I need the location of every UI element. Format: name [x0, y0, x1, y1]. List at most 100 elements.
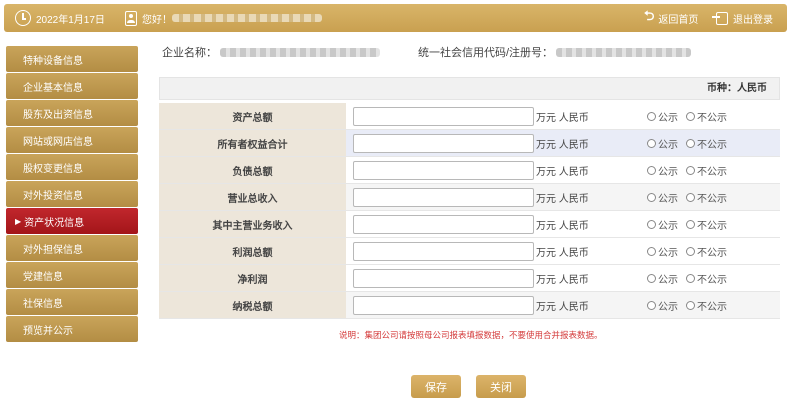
logout-label: 退出登录	[733, 14, 773, 26]
public-radio[interactable]: 公示	[647, 109, 678, 124]
unit-label: 万元 人民币	[536, 301, 589, 313]
public-radio-label: 公示	[658, 301, 678, 313]
sidebar-item-basic-info[interactable]: 企业基本信息	[6, 73, 138, 99]
public-radio[interactable]: 公示	[647, 136, 678, 151]
not-public-radio[interactable]: 不公示	[686, 163, 727, 178]
total-profit-input[interactable]	[353, 241, 534, 261]
not-public-radio-label: 不公示	[697, 193, 727, 205]
user-area: 您好！	[125, 4, 322, 32]
public-radio-label: 公示	[658, 193, 678, 205]
sidebar-item-shareholders[interactable]: 股东及出资信息	[6, 100, 138, 126]
total-tax-input[interactable]	[353, 295, 534, 315]
total-liabilities-input[interactable]	[353, 160, 534, 180]
publicity-radio-group: 公示 不公示	[647, 217, 735, 232]
not-public-radio-label: 不公示	[697, 166, 727, 178]
sidebar-item-label: 资产状况信息	[24, 217, 85, 229]
unit-label: 万元 人民币	[536, 247, 589, 259]
table-row: 纳税总额 万元 人民币 公示 不公示	[159, 292, 780, 319]
unit-label: 万元 人民币	[536, 166, 589, 178]
radio-circle-icon	[686, 219, 695, 229]
publicity-radio-group: 公示 不公示	[647, 190, 735, 205]
logout-icon	[712, 11, 728, 25]
table-row: 利润总额 万元 人民币 公示 不公示	[159, 238, 780, 265]
user-id-icon	[125, 10, 137, 26]
not-public-radio[interactable]: 不公示	[686, 190, 727, 205]
row-cell: 万元 人民币 公示 不公示	[346, 103, 780, 129]
not-public-radio-label: 不公示	[697, 139, 727, 151]
sidebar-item-label: 党建信息	[23, 271, 63, 283]
public-radio[interactable]: 公示	[647, 244, 678, 259]
sidebar-item-label: 股东及出资信息	[23, 109, 93, 121]
radio-circle-icon	[647, 165, 656, 175]
row-cell: 万元 人民币 公示 不公示	[346, 130, 780, 156]
public-radio-label: 公示	[658, 247, 678, 259]
table-row: 其中主营业务收入 万元 人民币 公示 不公示	[159, 211, 780, 238]
not-public-radio[interactable]: 不公示	[686, 271, 727, 286]
company-name-field: 企业名称：	[162, 44, 380, 60]
sidebar-item-investment[interactable]: 对外投资信息	[6, 181, 138, 207]
sidebar-item-label: 预览并公示	[23, 325, 73, 337]
radio-circle-icon	[647, 273, 656, 283]
table-row: 所有者权益合计 万元 人民币 公示 不公示	[159, 130, 780, 157]
clock-icon	[15, 10, 31, 26]
credit-code-field: 统一社会信用代码/注册号：	[418, 44, 692, 60]
row-label: 其中主营业务收入	[159, 211, 346, 237]
public-radio[interactable]: 公示	[647, 298, 678, 313]
public-radio[interactable]: 公示	[647, 271, 678, 286]
public-radio-label: 公示	[658, 112, 678, 124]
public-radio-label: 公示	[658, 274, 678, 286]
row-label: 营业总收入	[159, 184, 346, 210]
back-arrow-icon: ⮌	[644, 8, 655, 23]
total-revenue-input[interactable]	[353, 187, 534, 207]
sidebar-item-label: 股权变更信息	[23, 163, 83, 175]
sidebar-item-website[interactable]: 网站或网店信息	[6, 127, 138, 153]
row-cell: 万元 人民币 公示 不公示	[346, 184, 780, 210]
net-profit-input[interactable]	[353, 268, 534, 288]
sidebar-item-label: 社保信息	[23, 298, 63, 310]
sidebar-item-party[interactable]: 党建信息	[6, 262, 138, 288]
instruction-note: 说明：集团公司请按照母公司报表填报数据，不要使用合并报表数据。	[339, 330, 603, 340]
sidebar-item-social-security[interactable]: 社保信息	[6, 289, 138, 315]
blurred-company-name	[220, 47, 380, 57]
save-button[interactable]: 保存	[411, 375, 461, 398]
radio-circle-icon	[647, 246, 656, 256]
not-public-radio[interactable]: 不公示	[686, 136, 727, 151]
row-cell: 万元 人民币 公示 不公示	[346, 265, 780, 291]
sidebar-item-label: 对外担保信息	[23, 244, 83, 256]
not-public-radio-label: 不公示	[697, 274, 727, 286]
currency-bar: 币种：人民币	[159, 77, 780, 100]
logout-link[interactable]: 退出登录	[712, 4, 773, 32]
unit-label: 万元 人民币	[536, 274, 589, 286]
radio-circle-icon	[686, 273, 695, 283]
table-row: 营业总收入 万元 人民币 公示 不公示	[159, 184, 780, 211]
sidebar-item-assets[interactable]: ▶ 资产状况信息	[6, 208, 138, 234]
back-home-link[interactable]: ⮌ 返回首页	[644, 4, 698, 32]
sidebar-item-special-equipment[interactable]: 特种设备信息	[6, 46, 138, 72]
not-public-radio[interactable]: 不公示	[686, 244, 727, 259]
public-radio-label: 公示	[658, 139, 678, 151]
row-cell: 万元 人民币 公示 不公示	[346, 238, 780, 264]
publicity-radio-group: 公示 不公示	[647, 298, 735, 313]
total-assets-input[interactable]	[353, 106, 534, 126]
public-radio[interactable]: 公示	[647, 163, 678, 178]
public-radio[interactable]: 公示	[647, 217, 678, 232]
sidebar-item-equity-change[interactable]: 股权变更信息	[6, 154, 138, 180]
currency-label: 币种：人民币	[707, 83, 767, 94]
not-public-radio[interactable]: 不公示	[686, 109, 727, 124]
sidebar-item-guarantee[interactable]: 对外担保信息	[6, 235, 138, 261]
publicity-radio-group: 公示 不公示	[647, 136, 735, 151]
publicity-radio-group: 公示 不公示	[647, 244, 735, 259]
owners-equity-input[interactable]	[353, 133, 534, 153]
public-radio[interactable]: 公示	[647, 190, 678, 205]
not-public-radio[interactable]: 不公示	[686, 298, 727, 313]
public-radio-label: 公示	[658, 220, 678, 232]
main-business-revenue-input[interactable]	[353, 214, 534, 234]
close-button[interactable]: 关闭	[476, 375, 526, 398]
sidebar-item-label: 网站或网店信息	[23, 136, 93, 148]
asset-form-table: 资产总额 万元 人民币 公示 不公示 所有者权益合计 万元 人民币 公示 不公示…	[159, 103, 780, 319]
public-radio-label: 公示	[658, 166, 678, 178]
sidebar-item-preview-publish[interactable]: 预览并公示	[6, 316, 138, 342]
back-home-label: 返回首页	[658, 14, 699, 26]
not-public-radio[interactable]: 不公示	[686, 217, 727, 232]
radio-circle-icon	[647, 192, 656, 202]
